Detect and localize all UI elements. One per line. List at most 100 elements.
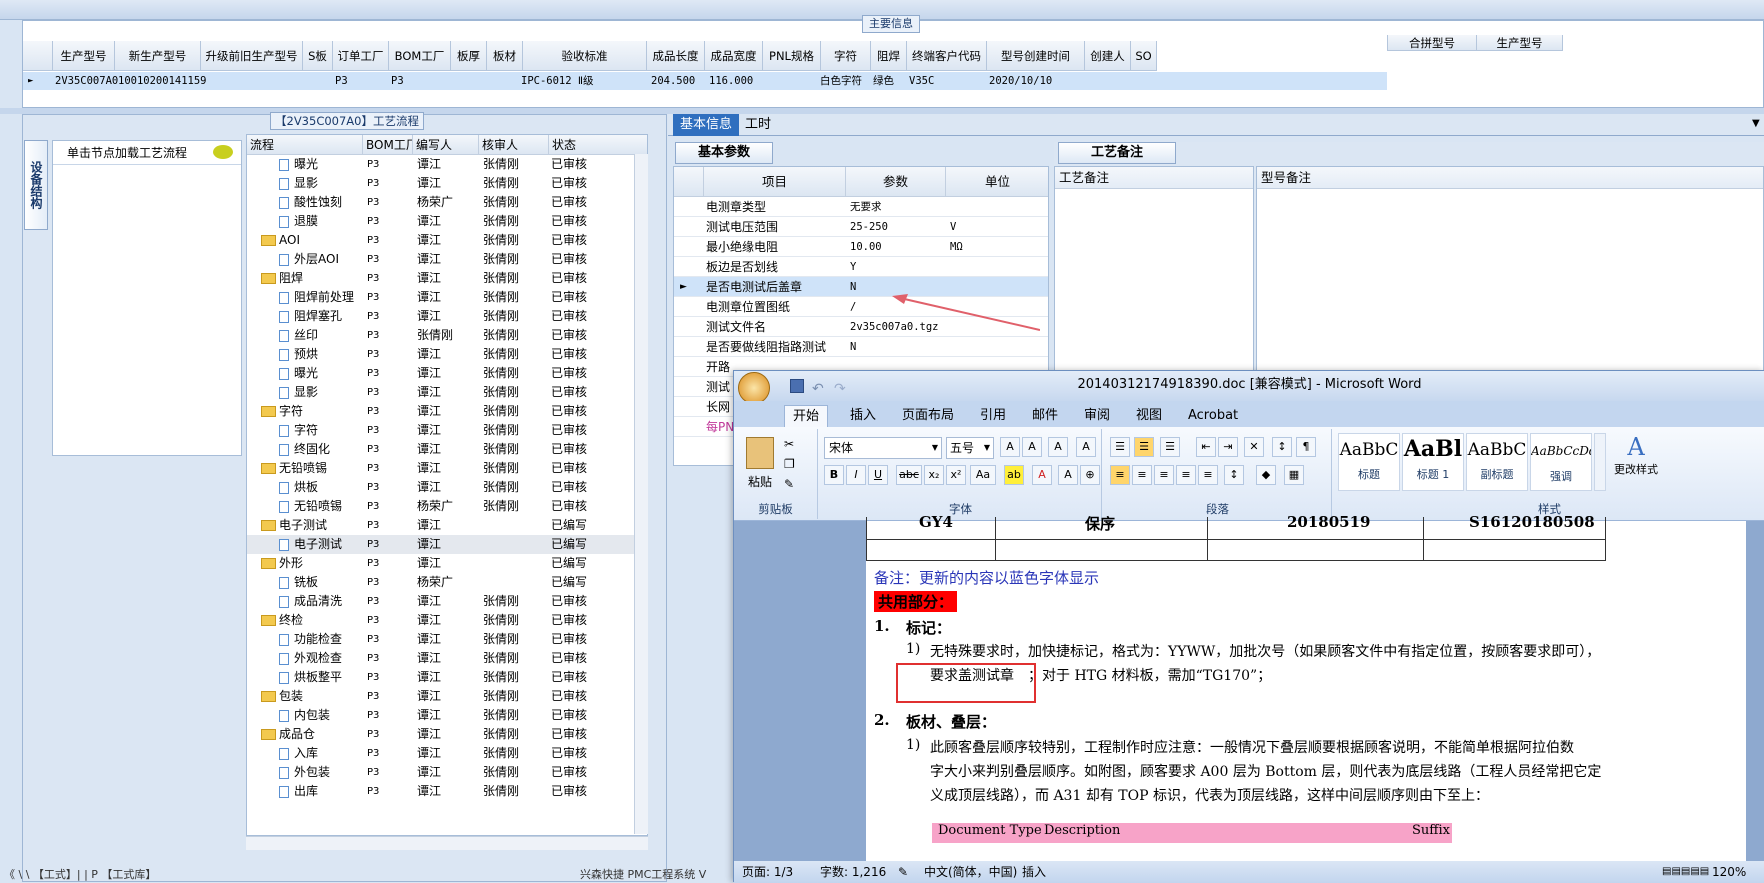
col-header[interactable]: 字符 [821, 41, 871, 71]
tree-row[interactable]: 烘板 P3 谭江 张倩刚 已审核 [247, 478, 647, 497]
bottom-tabs[interactable]: 《 \ \ 【工式】| | P 【工式库】 [4, 866, 156, 882]
bold-icon[interactable]: B [824, 465, 844, 485]
cell-customer-code[interactable]: V35C [909, 72, 934, 90]
numbering-icon[interactable]: ☰ [1134, 437, 1154, 457]
param-value[interactable]: N [850, 337, 944, 357]
copy-icon[interactable]: ❐ [784, 457, 795, 471]
tree-row[interactable]: 电子测试 P3 谭江 已编写 [247, 516, 647, 535]
col-header-merged-model[interactable]: 合拼型号 [1387, 35, 1477, 51]
param-value[interactable]: 25-250 [850, 217, 944, 237]
tree-col-reviewer[interactable]: 核审人 [479, 135, 549, 155]
ribbon-tab-home[interactable]: 开始 [784, 405, 829, 427]
tree-row[interactable]: 阻焊塞孔 P3 谭江 张倩刚 已审核 [247, 307, 647, 326]
params-row[interactable]: 是否要做线阻指路测试 N [674, 337, 1048, 357]
tree-row[interactable]: 包装 P3 谭江 张倩刚 已审核 [247, 687, 647, 706]
status-insert[interactable]: 插入 [1022, 861, 1046, 883]
params-col-unit[interactable]: 单位 [946, 167, 1048, 197]
chinese-layout-icon[interactable]: ✕ [1244, 437, 1264, 457]
ribbon-tab-view[interactable]: 视图 [1136, 405, 1162, 427]
status-language[interactable]: 中文(简体，中国) [924, 861, 1017, 883]
font-name-select[interactable]: 宋体 ▼ [824, 437, 942, 459]
tab-work-hours[interactable]: 工时 [745, 114, 785, 136]
line-spacing-icon[interactable]: ↕ [1224, 465, 1244, 485]
tree-horizontal-scrollbar[interactable] [246, 836, 648, 850]
cell-standard[interactable]: IPC-6012 Ⅱ级 [521, 72, 594, 90]
undo-icon[interactable]: ↶ [812, 375, 824, 403]
tree-row[interactable]: 显影 P3 谭江 张倩刚 已审核 [247, 383, 647, 402]
office-button-icon[interactable] [738, 372, 770, 404]
col-header[interactable]: 阻焊 [871, 41, 907, 71]
increase-indent-icon[interactable]: ⇥ [1218, 437, 1238, 457]
borders-icon[interactable]: ▦ [1284, 465, 1304, 485]
col-header[interactable]: 创建人 [1085, 41, 1131, 71]
tree-row[interactable]: 显影 P3 谭江 张倩刚 已审核 [247, 174, 647, 193]
tree-row[interactable]: 外层AOI P3 谭江 张倩刚 已审核 [247, 250, 647, 269]
col-header[interactable]: 型号创建时间 [987, 41, 1085, 71]
tree-row[interactable]: 终固化 P3 谭江 张倩刚 已审核 [247, 440, 647, 459]
tree-row[interactable]: 曝光 P3 谭江 张倩刚 已审核 [247, 155, 647, 174]
zoom-level[interactable]: 120% [1712, 861, 1746, 883]
tree-row[interactable]: 终检 P3 谭江 张倩刚 已审核 [247, 611, 647, 630]
multilevel-list-icon[interactable]: ☰ [1160, 437, 1180, 457]
status-words[interactable]: 字数: 1,216 [820, 861, 886, 883]
tree-row[interactable]: 无铅喷锡 P3 杨荣广 张倩刚 已审核 [247, 497, 647, 516]
tree-row[interactable]: 外形 P3 谭江 已编写 [247, 554, 647, 573]
cell-new-model[interactable]: 10010200141159 [118, 72, 207, 90]
font-color-icon[interactable]: A [1032, 465, 1052, 485]
paste-icon[interactable] [746, 437, 774, 469]
params-row[interactable]: 板边是否划线 Y [674, 257, 1048, 277]
col-header[interactable]: 终端客户代码 [907, 41, 987, 71]
col-header-prod-model[interactable]: 生产型号 [1477, 35, 1563, 51]
tree-row[interactable]: 外包装 P3 谭江 张倩刚 已审核 [247, 763, 647, 782]
table-row-selected[interactable] [23, 72, 1387, 90]
align-left-icon[interactable]: ≡ [1110, 465, 1130, 485]
ribbon-tab-insert[interactable]: 插入 [850, 405, 876, 427]
distributed-icon[interactable]: ≡ [1198, 465, 1218, 485]
ribbon-tab-mailings[interactable]: 邮件 [1032, 405, 1058, 427]
tree-row[interactable]: 阻焊前处理 P3 谭江 张倩刚 已审核 [247, 288, 647, 307]
view-buttons-icon[interactable]: ▤▤▤▤▤ [1662, 861, 1709, 883]
tree-vertical-scrollbar[interactable] [634, 154, 648, 834]
shrink-font-icon[interactable]: A [1022, 437, 1042, 457]
tree-row[interactable]: 烘板整平 P3 谭江 张倩刚 已审核 [247, 668, 647, 687]
col-header[interactable]: 订单工厂 [333, 41, 389, 71]
sort-icon[interactable]: ↕ [1272, 437, 1292, 457]
tree-row[interactable]: 外观检查 P3 谭江 张倩刚 已审核 [247, 649, 647, 668]
style-heading1[interactable]: AaBl 标题 1 [1402, 433, 1464, 491]
tree-col-writer[interactable]: 编写人 [413, 135, 479, 155]
justify-icon[interactable]: ≡ [1176, 465, 1196, 485]
params-col-item[interactable]: 项目 [704, 167, 846, 197]
change-case-icon[interactable]: Aa [970, 465, 996, 485]
show-marks-icon[interactable]: ¶ [1296, 437, 1316, 457]
highlight-icon[interactable]: ab [1004, 465, 1024, 485]
change-styles-button[interactable]: A 更改样式 [1610, 433, 1662, 493]
save-icon[interactable] [790, 379, 804, 393]
col-header[interactable]: 板厚 [451, 41, 487, 71]
font-size-select[interactable]: 五号 ▼ [946, 437, 994, 459]
cell-width[interactable]: 116.000 [709, 72, 753, 90]
col-header[interactable]: 生产型号 [53, 41, 115, 71]
tree-row[interactable]: 预烘 P3 谭江 张倩刚 已审核 [247, 345, 647, 364]
tree-row[interactable]: 出库 P3 谭江 张倩刚 已审核 [247, 782, 647, 801]
tree-row[interactable]: 铣板 P3 杨荣广 已编写 [247, 573, 647, 592]
tree-row[interactable]: 无铅喷锡 P3 谭江 张倩刚 已审核 [247, 459, 647, 478]
params-col-value[interactable]: 参数 [846, 167, 946, 197]
tree-row[interactable]: 功能检查 P3 谭江 张倩刚 已审核 [247, 630, 647, 649]
ribbon-tab-references[interactable]: 引用 [980, 405, 1006, 427]
decrease-indent-icon[interactable]: ⇤ [1196, 437, 1216, 457]
style-emphasis[interactable]: AaBbCcDd 强调 [1530, 433, 1592, 491]
col-header[interactable]: 成品宽度 [705, 41, 763, 71]
styles-scroll[interactable] [1594, 433, 1606, 491]
col-header[interactable]: 验收标准 [523, 41, 647, 71]
subtab-basic-params[interactable]: 基本参数 [675, 142, 773, 164]
tree-row[interactable]: 成品仓 P3 谭江 张倩刚 已审核 [247, 725, 647, 744]
tree-row[interactable]: 酸性蚀刻 P3 杨荣广 张倩刚 已审核 [247, 193, 647, 212]
tree-row[interactable]: 曝光 P3 谭江 张倩刚 已审核 [247, 364, 647, 383]
style-subtitle[interactable]: AaBbC 副标题 [1466, 433, 1528, 491]
tree-row[interactable]: 电子测试 P3 谭江 已编写 [247, 535, 647, 554]
ribbon-tab-review[interactable]: 审阅 [1084, 405, 1110, 427]
status-page[interactable]: 页面: 1/3 [742, 861, 793, 883]
subscript-icon[interactable]: x₂ [924, 465, 944, 485]
param-value[interactable]: 无要求 [850, 197, 944, 217]
align-right-icon[interactable]: ≡ [1154, 465, 1174, 485]
